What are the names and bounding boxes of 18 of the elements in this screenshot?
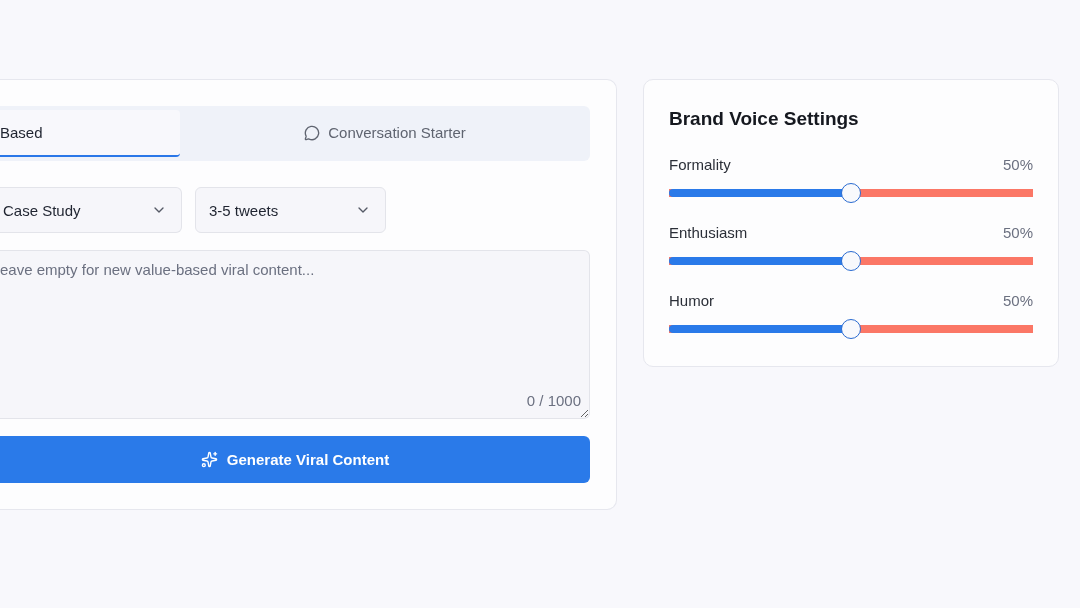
sparkles-icon bbox=[200, 451, 218, 468]
dropdown[interactable]: Case Study bbox=[0, 187, 182, 233]
slider-label: Humor bbox=[669, 292, 714, 309]
generate-button[interactable]: Generate Viral Content bbox=[0, 436, 590, 483]
slider-value: 50% bbox=[1002, 224, 1033, 241]
card-title: Brand Voice Settings bbox=[669, 108, 860, 130]
chat-bubble-icon bbox=[304, 124, 321, 141]
tab[interactable]: Conversation Starter bbox=[180, 110, 590, 157]
dropdown[interactable]: 3-5 tweets bbox=[195, 187, 386, 233]
character-counter: 0 / 1000 bbox=[526, 392, 581, 409]
tab[interactable]: Based bbox=[0, 110, 180, 157]
slider-value: 50% bbox=[1002, 156, 1033, 173]
slider-thumb[interactable] bbox=[841, 183, 861, 203]
slider-label: Formality bbox=[669, 156, 731, 173]
slider-thumb[interactable] bbox=[841, 319, 861, 339]
slider-label: Enthusiasm bbox=[669, 224, 748, 241]
slider-value: 50% bbox=[1002, 292, 1033, 309]
slider-thumb[interactable] bbox=[841, 251, 861, 271]
